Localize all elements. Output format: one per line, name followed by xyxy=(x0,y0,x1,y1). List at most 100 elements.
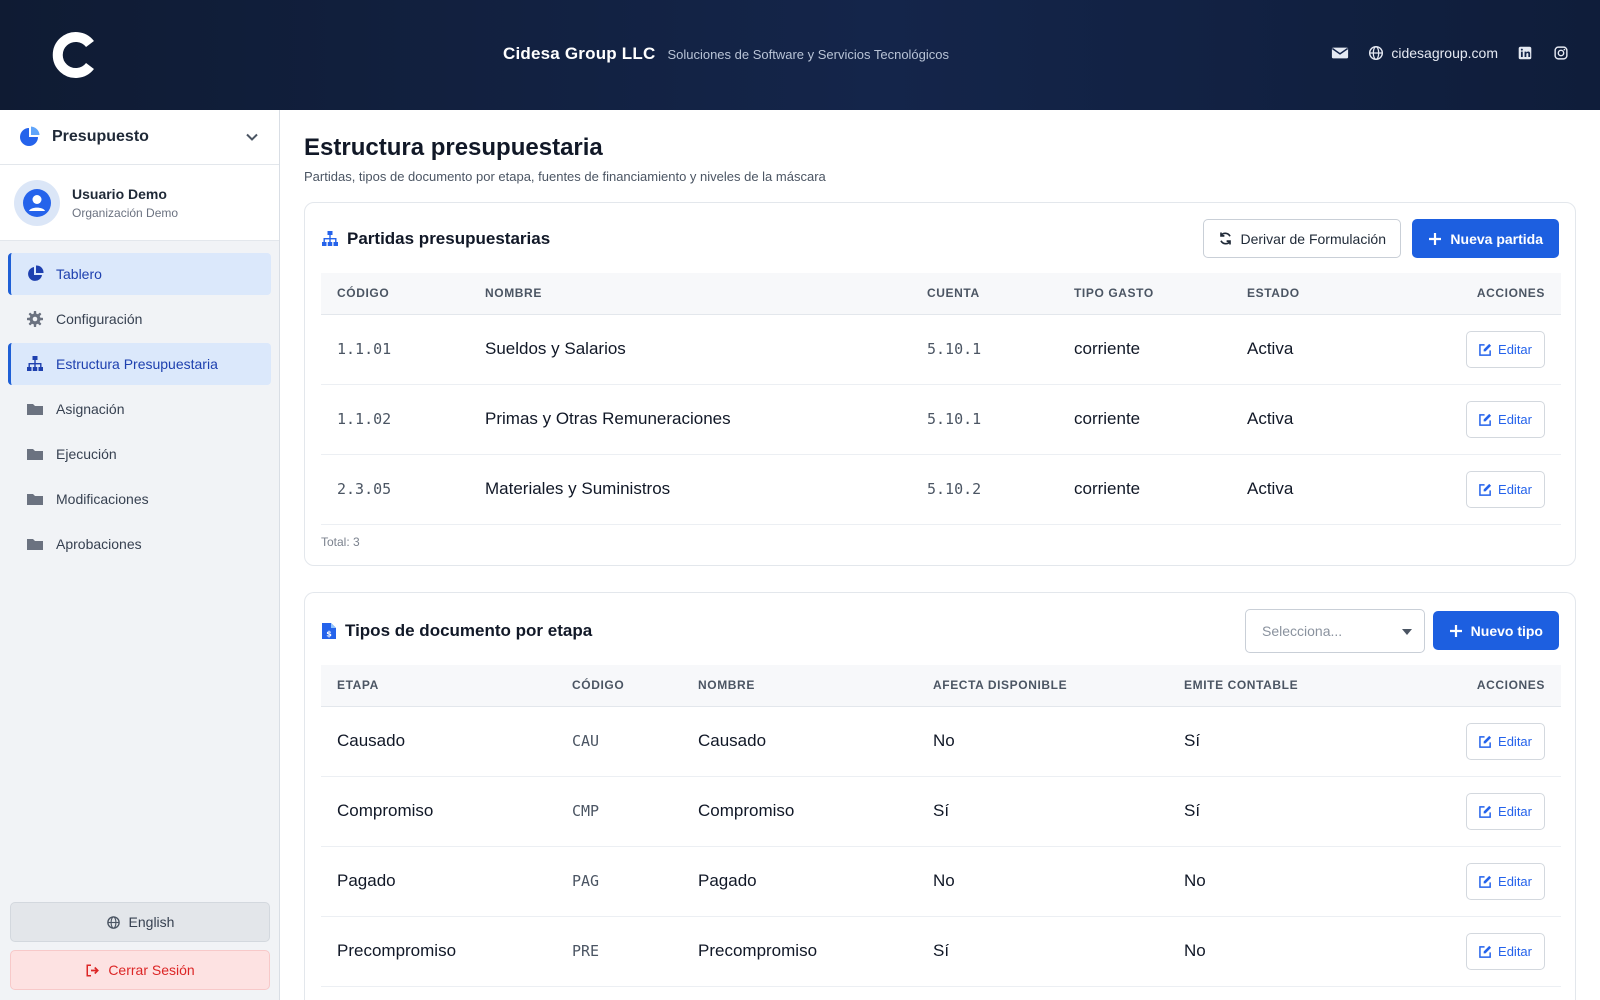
col-tipo-gasto[interactable]: TIPO GASTO xyxy=(1058,273,1231,315)
table-row: 1.1.01 Sueldos y Salarios 5.10.1 corrien… xyxy=(321,314,1561,385)
folder-icon xyxy=(27,449,43,460)
table-row: Causado CAU Causado No Sí Editar xyxy=(321,706,1561,777)
sidebar-item-tablero[interactable]: Tablero xyxy=(8,253,271,295)
cell-emite: No xyxy=(1168,846,1411,917)
cell-emite: Sí xyxy=(1168,776,1411,847)
folder-icon xyxy=(27,494,43,505)
col-codigo[interactable]: CÓDIGO xyxy=(321,273,469,315)
cell-estado: Activa xyxy=(1231,454,1411,525)
col-nombre[interactable]: NOMBRE xyxy=(682,665,917,707)
tipos-documento-card: $ Tipos de documento por etapa Seleccion… xyxy=(304,592,1576,1000)
user-name: Usuario Demo xyxy=(72,185,167,202)
new-tipo-button[interactable]: Nuevo tipo xyxy=(1432,611,1559,650)
edit-label: Editar xyxy=(1498,803,1532,819)
sign-out-icon xyxy=(86,964,100,976)
sidebar-item-estructura-presupuestaria[interactable]: Estructura Presupuestaria xyxy=(8,343,271,385)
cell-codigo: PRE xyxy=(556,916,682,987)
cell-cuenta: 5.10.2 xyxy=(911,454,1058,525)
edit-button[interactable]: Editar xyxy=(1466,862,1545,900)
new-tipo-label: Nuevo tipo xyxy=(1470,622,1543,639)
pie-chart-icon xyxy=(20,126,40,146)
sidebar-item-modificaciones[interactable]: Modificaciones xyxy=(8,478,271,520)
col-emite-contable[interactable]: EMITE CONTABLE xyxy=(1168,665,1411,707)
header-links: cidesagroup.com xyxy=(1331,44,1570,62)
col-acciones: ACCIONES xyxy=(1411,273,1561,315)
col-cuenta[interactable]: CUENTA xyxy=(911,273,1058,315)
website-link[interactable]: cidesagroup.com xyxy=(1367,44,1498,62)
sidebar-item-label: Aprobaciones xyxy=(56,536,142,552)
col-etapa[interactable]: ETAPA xyxy=(321,665,556,707)
cell-cuenta: 5.10.1 xyxy=(911,384,1058,455)
cidesa-logo-icon[interactable] xyxy=(50,30,100,80)
cell-tipo-gasto: corriente xyxy=(1058,384,1231,455)
sidebar-item-label: Configuración xyxy=(56,311,143,327)
cell-estado: Activa xyxy=(1231,314,1411,385)
table-row: Precompromiso PRE Precompromiso Sí No Ed… xyxy=(321,916,1561,987)
sidebar-item-asignacion[interactable]: Asignación xyxy=(8,388,271,430)
sidebar-item-ejecucion[interactable]: Ejecución xyxy=(8,433,271,475)
globe-icon xyxy=(106,915,120,929)
folder-icon xyxy=(27,539,43,550)
sidebar-item-label: Modificaciones xyxy=(56,491,149,507)
edit-button[interactable]: Editar xyxy=(1466,792,1545,830)
cell-afecta: Sí xyxy=(917,916,1168,987)
module-selector[interactable]: Presupuesto xyxy=(0,110,279,165)
sidebar-item-aprobaciones[interactable]: Aprobaciones xyxy=(8,523,271,565)
globe-icon xyxy=(1369,45,1384,61)
col-nombre[interactable]: NOMBRE xyxy=(469,273,911,315)
table-header-row: ETAPA CÓDIGO NOMBRE AFECTA DISPONIBLE EM… xyxy=(321,665,1561,707)
partidas-card: Partidas presupuestarias Derivar de Form… xyxy=(304,202,1576,566)
col-estado[interactable]: ESTADO xyxy=(1231,273,1411,315)
user-circle-icon xyxy=(23,188,51,217)
cell-nombre: Primas y Otras Remuneraciones xyxy=(469,384,911,455)
cell-tipo-gasto: corriente xyxy=(1058,454,1231,525)
sitemap-icon xyxy=(322,231,338,246)
page-subtitle: Partidas, tipos de documento por etapa, … xyxy=(304,169,826,184)
cell-etapa: Precompromiso xyxy=(321,916,556,987)
partidas-total: Total: 3 xyxy=(321,534,360,549)
cell-emite: Sí xyxy=(1168,706,1411,777)
edit-icon xyxy=(1479,343,1492,356)
partidas-title: Partidas presupuestarias xyxy=(321,229,550,249)
pie-chart-icon xyxy=(28,265,44,281)
new-partida-button[interactable]: Nueva partida xyxy=(1412,219,1559,258)
mail-icon[interactable] xyxy=(1331,44,1349,62)
cell-afecta: No xyxy=(917,846,1168,917)
instagram-icon[interactable] xyxy=(1552,44,1570,62)
edit-button[interactable]: Editar xyxy=(1466,470,1545,508)
chevron-down-icon[interactable] xyxy=(245,130,259,144)
edit-button[interactable]: Editar xyxy=(1466,932,1545,970)
col-afecta-disponible[interactable]: AFECTA DISPONIBLE xyxy=(917,665,1168,707)
edit-label: Editar xyxy=(1498,873,1532,889)
derive-from-formulation-button[interactable]: Derivar de Formulación xyxy=(1202,219,1401,258)
top-header: Cidesa Group LLC Soluciones de Software … xyxy=(0,0,1600,110)
tipos-table: ETAPA CÓDIGO NOMBRE AFECTA DISPONIBLE EM… xyxy=(321,665,1561,987)
brand-tagline: Soluciones de Software y Servicios Tecno… xyxy=(667,47,950,62)
edit-button[interactable]: Editar xyxy=(1466,722,1545,760)
col-codigo[interactable]: CÓDIGO xyxy=(556,665,682,707)
cell-emite: No xyxy=(1168,916,1411,987)
table-row: 2.3.05 Materiales y Suministros 5.10.2 c… xyxy=(321,454,1561,525)
table-row: Pagado PAG Pagado No No Editar xyxy=(321,846,1561,917)
edit-button[interactable]: Editar xyxy=(1466,330,1545,368)
linkedin-icon[interactable] xyxy=(1516,44,1534,62)
new-partida-label: Nueva partida xyxy=(1450,230,1543,247)
edit-icon xyxy=(1479,413,1492,426)
logout-label: Cerrar Sesión xyxy=(108,962,195,978)
cell-etapa: Causado xyxy=(321,706,556,777)
language-button[interactable]: English xyxy=(10,902,270,942)
cell-codigo: CMP xyxy=(556,776,682,847)
sidebar-item-configuracion[interactable]: Configuración xyxy=(8,298,271,340)
edit-button[interactable]: Editar xyxy=(1466,400,1545,438)
etapa-select[interactable]: Selecciona... xyxy=(1245,609,1425,653)
cell-nombre: Pagado xyxy=(682,846,917,917)
cell-afecta: No xyxy=(917,706,1168,777)
main-content: Estructura presupuestaria Partidas, tipo… xyxy=(280,110,1600,1000)
col-acciones: ACCIONES xyxy=(1411,665,1561,707)
sidebar: Presupuesto Usuario Demo Organización De… xyxy=(0,110,280,1000)
sidebar-item-label: Asignación xyxy=(56,401,125,417)
cell-estado: Activa xyxy=(1231,384,1411,455)
edit-icon xyxy=(1479,805,1492,818)
logout-button[interactable]: Cerrar Sesión xyxy=(10,950,270,990)
etapa-select-value: Selecciona... xyxy=(1262,623,1343,639)
